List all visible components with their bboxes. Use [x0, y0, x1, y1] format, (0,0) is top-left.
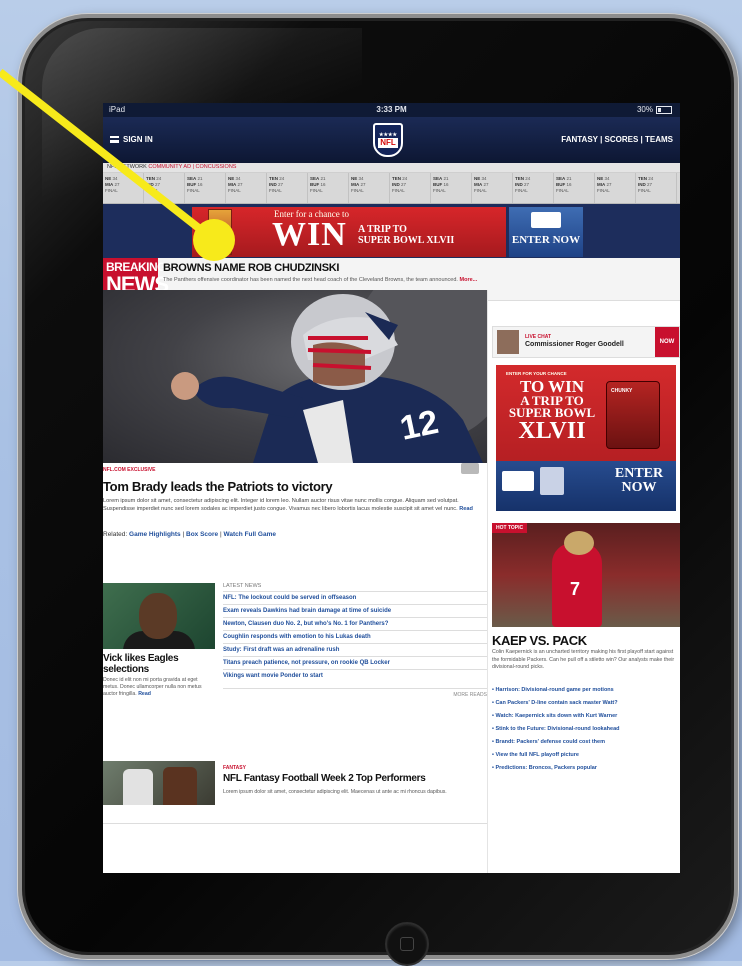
quarterback-illustration: 12: [171, 290, 487, 463]
hero-image[interactable]: 12: [103, 290, 487, 463]
vick-story-text: Donec id elit non mi porta gravida at eg…: [103, 677, 202, 697]
game-highlights-link[interactable]: Game Highlights: [129, 531, 181, 538]
ticker-game[interactable]: SEA 21 BUF 16 FINAL: [431, 173, 472, 203]
ticker-game[interactable]: SEA 21 BUF 16 FINAL: [554, 173, 595, 203]
ticker-game[interactable]: NE 34 MIA 27 FINAL: [226, 173, 267, 203]
related-links: Related: Game Highlights | Box Score | W…: [103, 531, 276, 538]
live-chat-button[interactable]: NOW: [655, 327, 679, 357]
super-bowl-logo: [531, 212, 561, 228]
ipad-screen: iPad 3:33 PM 30% SIGN IN ★★★★ NFL FANTAS…: [103, 103, 680, 873]
latest-news-item[interactable]: Study: First draft was an adrenaline rus…: [223, 643, 487, 656]
fantasy-text: Lorem ipsum dolor sit amet, consectetur …: [223, 789, 447, 795]
latest-news-item[interactable]: Newton, Clausen duo No. 2, but who's No.…: [223, 617, 487, 630]
ticker-game[interactable]: NE 34 MIA 27 FINAL: [472, 173, 513, 203]
live-chat-box[interactable]: LIVE CHAT Commissioner Roger Goodell NOW: [492, 326, 680, 358]
latest-news-item[interactable]: Coughlin responds with emotion to his Lu…: [223, 630, 487, 643]
battery-percent: 30%: [636, 105, 653, 114]
ticker-game[interactable]: NE 34 MIA 27 FINAL: [595, 173, 636, 203]
menu-button[interactable]: SIGN IN: [110, 135, 153, 144]
hot-topic-link[interactable]: • Harrison: Divisional-round game per mo…: [492, 687, 676, 694]
latest-news-item[interactable]: Exam reveals Dawkins had brain damage at…: [223, 604, 487, 617]
vick-read-link[interactable]: Read: [138, 691, 151, 697]
hot-topic-link[interactable]: • Brandt: Packers' defense could cost th…: [492, 739, 676, 746]
box-score-link[interactable]: Box Score: [186, 531, 218, 538]
ad-win-text: WIN: [272, 216, 347, 253]
main-story-title[interactable]: Tom Brady leads the Patriots to victory: [103, 479, 333, 494]
more-reads-link[interactable]: MORE READS: [223, 688, 487, 698]
score-ticker[interactable]: NE 34 MIA 27 FINAL TEN 24 IND 27 FINAL SEA 21 B…: [103, 173, 680, 204]
ticker-game[interactable]: TEN 24 IND 27 FINAL: [390, 173, 431, 203]
hamburger-icon: [110, 136, 119, 143]
ticker-game[interactable]: NE 34 MIA 27 FINAL: [103, 173, 144, 203]
status-bar: iPad 3:33 PM 30%: [103, 103, 680, 117]
latest-news-item[interactable]: Titans preach patience, not pressure, on…: [223, 656, 487, 669]
hot-topic-link[interactable]: • Stink to the Future: Divisional-round …: [492, 726, 676, 733]
hot-topic-tag: HOT TOPIC: [492, 523, 528, 533]
fantasy-photo[interactable]: [103, 761, 215, 805]
latest-news: LATEST NEWS NFL: The lockout could be se…: [223, 583, 487, 698]
side-ad-enter-now[interactable]: ENTER NOW: [606, 467, 672, 495]
site-header: SIGN IN ★★★★ NFL FANTASY | SCORES | TEAM…: [103, 117, 680, 163]
ticker-game[interactable]: TEN 24 IND 27 FINAL: [144, 173, 185, 203]
battery-icon: [656, 106, 672, 114]
ad-line2: SUPER BOWL XLVII: [358, 235, 455, 246]
live-chat-kicker: LIVE CHAT: [525, 334, 552, 340]
hot-topic-jersey-number: 7: [570, 579, 581, 599]
hot-topic-links: • Harrison: Divisional-round game per mo…: [492, 687, 676, 778]
story-kicker: NFL.COM EXCLUSIVE: [103, 467, 156, 473]
ticker-game[interactable]: NE 34 MIA 27 FINAL: [349, 173, 390, 203]
chips-bag-image: [208, 209, 232, 255]
enter-now-label: ENTER NOW: [511, 234, 581, 246]
hot-topic-title[interactable]: KAEP VS. PACK: [492, 633, 587, 648]
home-button[interactable]: [385, 922, 429, 966]
ad-row: Enter for a chance to WIN A TRIP TO SUPE…: [103, 204, 680, 258]
breaking-desc: The Panthers offensive coordinator has b…: [163, 277, 478, 283]
ticker-label-links[interactable]: COMMUNITY AD | CONCUSSIONS: [148, 164, 236, 170]
hot-topic-link[interactable]: • Can Packers' D-line contain sack maste…: [492, 700, 676, 707]
clock: 3:33 PM: [376, 105, 407, 114]
ticker-game[interactable]: TEN 24 IND 27 FINAL: [513, 173, 554, 203]
ad-line1: A TRIP TO: [358, 224, 407, 235]
soup-can-image: CHUNKY: [606, 381, 660, 449]
header-links[interactable]: FANTASY | SCORES | TEAMS: [561, 135, 673, 144]
hot-topic-text: Colin Kaepernick is an uncharted territo…: [492, 649, 675, 670]
vick-photo[interactable]: [103, 583, 215, 649]
side-sweepstakes-ad[interactable]: ENTER FOR YOUR CHANCE TO WIN A TRIP TO S…: [496, 365, 676, 511]
live-chat-name: Commissioner Roger Goodell: [525, 341, 624, 348]
main-story-read-link[interactable]: Read: [459, 506, 473, 512]
comment-icon[interactable]: [461, 463, 479, 474]
latest-news-header: LATEST NEWS: [223, 583, 262, 589]
fantasy-tag: FANTASY: [223, 765, 246, 771]
ticker-label: NFL NETWORK COMMUNITY AD | CONCUSSIONS: [103, 163, 680, 173]
sign-in-link[interactable]: SIGN IN: [123, 135, 153, 144]
ticker-game[interactable]: SEA 21 BUF 16 FINAL: [185, 173, 226, 203]
main-story-text: Lorem ipsum dolor sit amet, consectetur …: [103, 498, 473, 512]
soup-logo: [502, 471, 534, 491]
ticker-game[interactable]: TEN 24 IND 27 FINAL: [636, 173, 677, 203]
hot-topic-link[interactable]: • Watch: Kaepernick sits down with Kurt …: [492, 713, 676, 720]
latest-news-item[interactable]: NFL: The lockout could be served in offs…: [223, 591, 487, 604]
hot-topic-link[interactable]: • Predictions: Broncos, Packers popular: [492, 765, 676, 772]
sweepstakes-ad[interactable]: Enter for a chance to WIN A TRIP TO SUPE…: [192, 207, 506, 257]
ticker-game[interactable]: TEN 24 IND 27 FINAL: [267, 173, 308, 203]
fantasy-title[interactable]: NFL Fantasy Football Week 2 Top Performe…: [223, 773, 426, 784]
watch-full-game-link[interactable]: Watch Full Game: [224, 531, 277, 538]
super-bowl-logo: [540, 467, 564, 495]
goodell-avatar: [497, 330, 519, 354]
logo-text: NFL: [378, 137, 398, 148]
nfl-logo[interactable]: ★★★★ NFL: [373, 123, 403, 157]
breaking-more-link[interactable]: More...: [460, 277, 478, 283]
latest-news-item[interactable]: Vikings want movie Ponder to start: [223, 669, 487, 682]
hot-topic-photo[interactable]: HOT TOPIC 7: [492, 523, 680, 627]
ticker-game[interactable]: SEA 21 BUF 16 FINAL: [308, 173, 349, 203]
hot-topic-link[interactable]: • View the full NFL playoff picture: [492, 752, 676, 759]
jersey-number: 12: [397, 403, 442, 448]
enter-now-button[interactable]: ENTER NOW: [509, 207, 583, 257]
breaking-headline[interactable]: BROWNS NAME ROB CHUDZINSKI: [163, 262, 339, 274]
vick-story-title[interactable]: Vick likes Eagles selections: [103, 653, 203, 675]
